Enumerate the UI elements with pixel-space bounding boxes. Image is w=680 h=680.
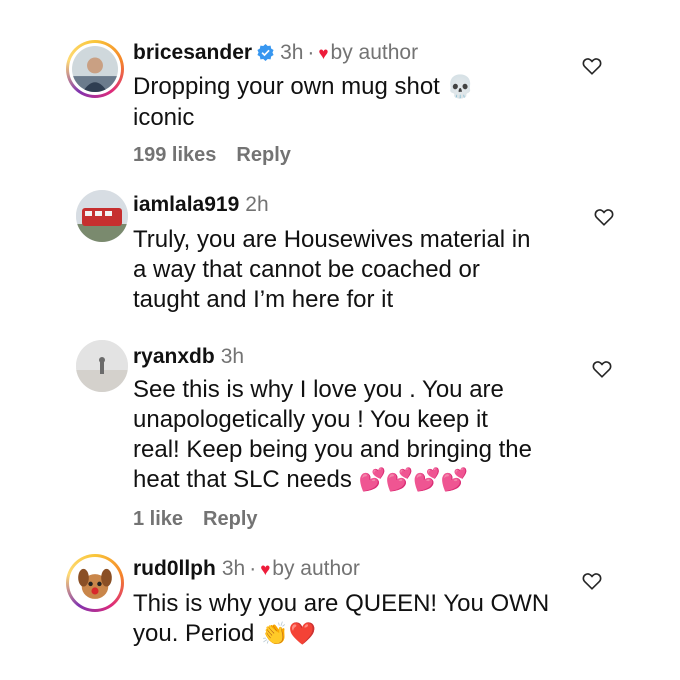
- liked-by-author-label: by author: [272, 557, 360, 580]
- comment-text-line: See this is why I love you . You are: [133, 376, 504, 403]
- comment-item: ryanxdb 3h See this is why I love you . Y…: [0, 330, 680, 545]
- reply-button[interactable]: Reply: [203, 508, 257, 530]
- username[interactable]: rud0llph: [133, 557, 216, 580]
- profile-photo: [76, 190, 128, 242]
- verified-badge-icon: [257, 44, 274, 61]
- profile-photo: [76, 340, 128, 392]
- author-liked-heart-icon: ♥: [318, 44, 329, 63]
- comment-item: bricesander 3h · ♥by author Dropping your o…: [0, 0, 680, 180]
- reply-button[interactable]: Reply: [236, 144, 290, 166]
- comment-text-line: Truly, you are Housewives material in: [133, 226, 531, 253]
- comment-header: ryanxdb 3h: [133, 344, 244, 370]
- timestamp: 3h: [221, 557, 246, 580]
- comment-text-line: a way that cannot be coached or: [133, 256, 480, 283]
- username[interactable]: bricesander: [133, 41, 252, 64]
- comment-actions: 199 likes Reply: [133, 143, 311, 167]
- comment-text-line: real! Keep being you and bringing the: [133, 436, 532, 463]
- comment-text-line: This is why you are QUEEN! You OWN: [133, 590, 550, 617]
- likes-count[interactable]: 1 like: [133, 508, 183, 530]
- heart-outline-icon[interactable]: [582, 57, 602, 75]
- comment-text: See this is why I love you . You are una…: [133, 375, 603, 496]
- comment-text-line: you. Period: [133, 620, 255, 647]
- comment-item: iamlala919 2h Truly, you are Housewives m…: [0, 180, 680, 330]
- avatar[interactable]: [76, 190, 128, 242]
- profile-photo: [72, 560, 118, 606]
- avatar[interactable]: [66, 554, 124, 612]
- username[interactable]: iamlala919: [133, 193, 239, 216]
- comment-text: Truly, you are Housewives material in a …: [133, 225, 573, 315]
- comment-text-line: taught and I’m here for it: [133, 286, 394, 313]
- comment-header: iamlala919 2h: [133, 192, 269, 218]
- likes-count[interactable]: 199 likes: [133, 144, 216, 166]
- separator: ·: [249, 557, 257, 580]
- timestamp: 2h: [245, 193, 269, 216]
- username[interactable]: ryanxdb: [133, 345, 215, 368]
- avatar[interactable]: [66, 40, 124, 98]
- comment-header: rud0llph 3h · ♥by author: [133, 556, 360, 583]
- comment-header: bricesander 3h · ♥by author: [133, 40, 418, 67]
- comment-text-line: unapologetically you ! You keep it: [133, 406, 488, 433]
- clap-heart-emoji: 👏❤️: [261, 622, 316, 647]
- timestamp: 3h: [220, 345, 245, 368]
- heart-outline-icon[interactable]: [594, 208, 614, 226]
- comment-actions: 1 like Reply: [133, 507, 278, 531]
- liked-by-author-label: by author: [330, 41, 419, 64]
- comment-text-line: heat that SLC needs: [133, 466, 352, 493]
- author-liked-heart-icon: ♥: [260, 560, 271, 579]
- heart-outline-icon[interactable]: [592, 360, 612, 378]
- comment-text: This is why you are QUEEN! You OWN you. …: [133, 589, 603, 650]
- timestamp: 3h: [280, 41, 304, 64]
- comment-text: Dropping your own mug shot 💀 iconic: [133, 72, 573, 133]
- comment-text-line: iconic: [133, 104, 195, 131]
- heart-outline-icon[interactable]: [582, 572, 602, 590]
- avatar[interactable]: [76, 340, 128, 392]
- comment-item: rud0llph 3h · ♥by author This is why you ar…: [0, 545, 680, 680]
- separator: ·: [307, 41, 315, 64]
- skull-emoji: 💀: [446, 75, 474, 100]
- profile-photo: [72, 46, 118, 92]
- two-hearts-emoji: 💕💕💕💕: [358, 468, 469, 493]
- comment-text-line: Dropping your own mug shot: [133, 73, 440, 100]
